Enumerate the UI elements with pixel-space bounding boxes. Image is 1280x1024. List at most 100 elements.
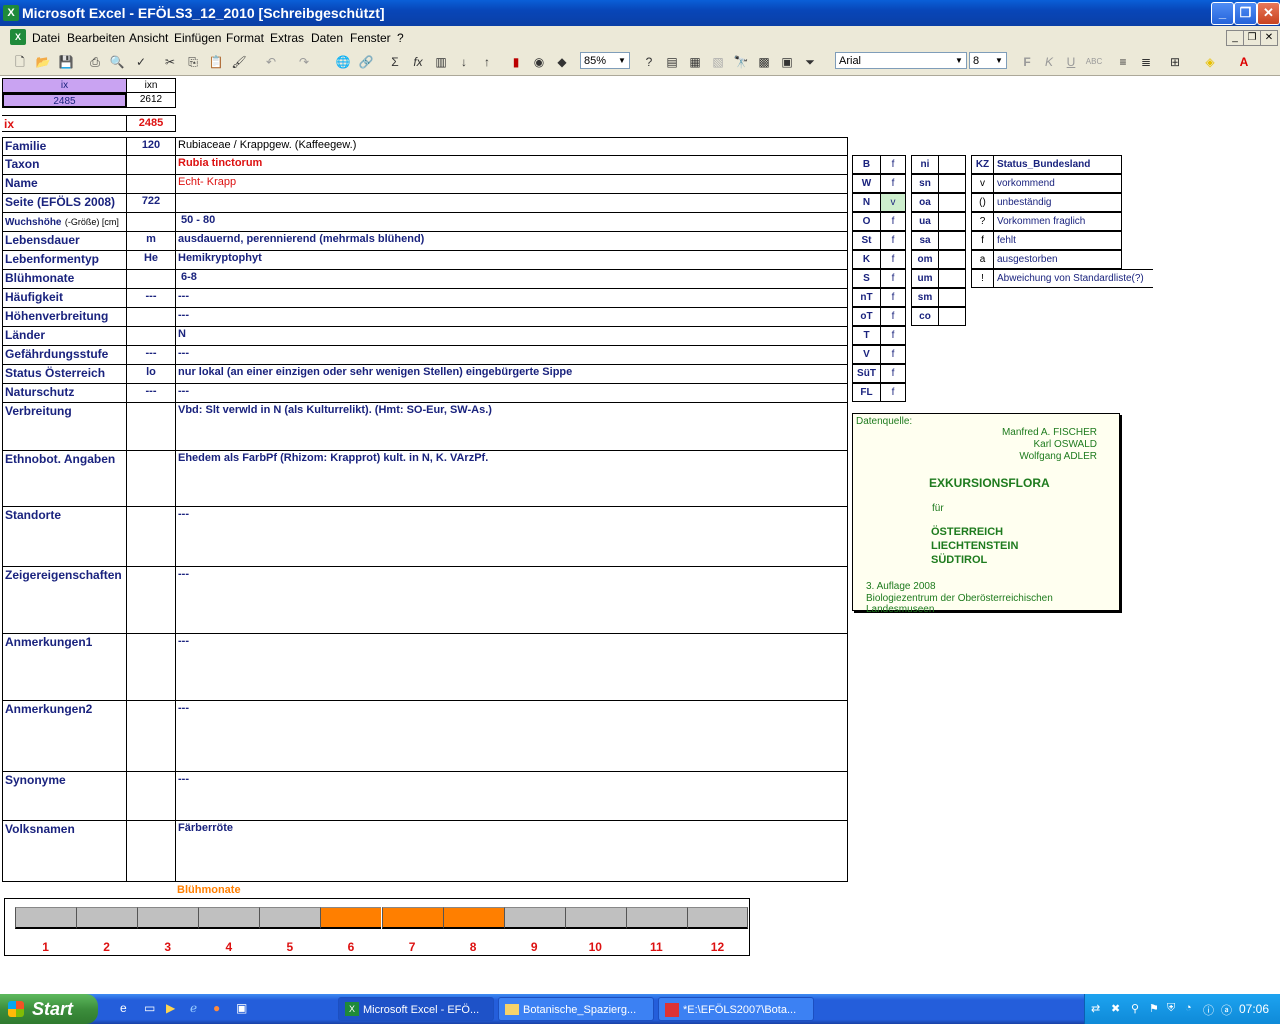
row-value[interactable]: ausdauernd, perennierend (mehrmals blühe… [176,232,848,251]
region-value[interactable] [938,155,966,174]
save-icon[interactable]: 💾 [57,53,75,71]
tray-icon-flag[interactable]: ⚑ [1149,1002,1159,1015]
format-painter-icon[interactable]: 🖌 [230,53,248,71]
row-value[interactable]: nur lokal (an einer einzigen oder sehr w… [176,365,848,384]
menu-ansicht[interactable]: Ansicht [129,31,168,45]
row-value[interactable]: --- [176,346,848,365]
web-icon[interactable]: 🌐 [334,53,352,71]
doc-close-icon[interactable]: ✕ [1260,30,1278,46]
title-bar[interactable]: X Microsoft Excel - EFÖLS3_12_2010 [Schr… [0,0,1280,26]
row-label[interactable]: Häufigkeit [2,289,127,308]
autofilter-icon[interactable]: ⏷ [801,53,819,71]
row-label[interactable]: Volksnamen [2,821,127,882]
state-value[interactable]: f [880,383,906,402]
state-value[interactable]: f [880,231,906,250]
task-explorer[interactable]: Botanische_Spazierg... [498,997,654,1021]
state-code[interactable]: nT [852,288,881,307]
row-code[interactable]: --- [127,346,176,365]
map-icon[interactable]: ◉ [530,53,548,71]
state-code[interactable]: B [852,155,881,174]
state-value[interactable]: f [880,174,906,193]
row-label[interactable]: Taxon [2,156,127,175]
start-button[interactable]: Start [0,994,98,1024]
region-code[interactable]: sa [911,231,939,250]
region-code[interactable]: ua [911,212,939,231]
tray-icon-clock[interactable]: ◔ [1185,1002,1192,1014]
state-value[interactable]: f [880,155,906,174]
shield-icon[interactable]: ⛨ [1167,1002,1175,1015]
toolbar-icon-a[interactable]: ▤ [663,53,681,71]
row-value[interactable]: --- [176,384,848,403]
row-code[interactable]: 120 [127,137,176,156]
row-value[interactable]: Ehedem als FarbPf (Rhizom: Krapprot) kul… [176,451,848,507]
tray-icon-x[interactable]: ✖ [1111,1002,1120,1015]
row-label[interactable]: Blühmonate [2,270,127,289]
ix-header[interactable]: ix [2,78,127,93]
state-code[interactable]: FL [852,383,881,402]
state-code[interactable]: SüT [852,364,881,383]
row-label[interactable]: Ethnobot. Angaben [2,451,127,507]
region-value[interactable] [938,250,966,269]
state-value[interactable]: f [880,250,906,269]
state-value[interactable]: f [880,345,906,364]
row-value[interactable]: --- [176,772,848,821]
open-folder-icon[interactable]: 📂 [34,53,52,71]
autosum-icon[interactable]: Σ [386,53,404,71]
row-label[interactable]: Lebensdauer [2,232,127,251]
doc-restore-icon[interactable]: ❐ [1243,30,1261,46]
state-value[interactable]: f [880,269,906,288]
copy-icon[interactable]: ⎘ [184,53,202,71]
ixn-header[interactable]: ixn [127,78,176,93]
ixn-value-cell[interactable]: 2612 [127,93,176,108]
state-value[interactable]: f [880,212,906,231]
region-value[interactable] [938,269,966,288]
row-code[interactable]: --- [127,289,176,308]
drawing-icon[interactable]: ◆ [553,53,571,71]
row-value[interactable]: Rubiaceae / Krappgew. (Kaffeegew.) [176,137,848,156]
help-icon[interactable]: ? [640,53,658,71]
state-value[interactable]: f [880,307,906,326]
row-value[interactable] [176,194,848,213]
quicklaunch-desktop-icon[interactable]: ▭ [144,1001,160,1017]
state-code[interactable]: W [852,174,881,193]
menu-datei[interactable]: Datei [32,31,60,45]
row-label[interactable]: Standorte [2,507,127,567]
state-value[interactable]: f [880,288,906,307]
chart-wizard-icon[interactable]: ▥ [432,53,450,71]
bar-chart-icon[interactable]: ▮ [507,53,525,71]
info-icon[interactable]: ⓘ [1203,1002,1214,1018]
state-code[interactable]: V [852,345,881,364]
region-code[interactable]: om [911,250,939,269]
row-code[interactable]: lo [127,365,176,384]
state-code[interactable]: O [852,212,881,231]
row-label[interactable]: Anmerkungen1 [2,634,127,701]
row-label[interactable]: Synonyme [2,772,127,821]
ix-value-cell[interactable]: 2485 [2,93,127,108]
row-value[interactable]: Hemikryptophyt [176,251,848,270]
state-value[interactable]: v [880,193,906,212]
row-label[interactable]: Familie [2,137,127,156]
region-code[interactable]: oa [911,193,939,212]
state-code[interactable]: K [852,250,881,269]
quicklaunch-browser-icon[interactable]: ℯ [190,1001,206,1017]
ix-value[interactable]: 2485 [127,115,176,132]
row-code[interactable] [127,701,176,772]
row-code[interactable] [127,507,176,567]
redo-icon[interactable]: ↷ [295,53,313,71]
network-icon[interactable]: ⇄ [1091,1002,1100,1015]
font-color-icon[interactable]: A [1235,53,1253,71]
zoom-select[interactable]: 85% ▼ [580,52,630,69]
quicklaunch-ie-icon[interactable]: e [120,1001,136,1017]
close-button[interactable]: ✕ [1257,2,1280,25]
region-value[interactable] [938,307,966,326]
region-code[interactable]: co [911,307,939,326]
italic-icon[interactable]: K [1040,53,1058,71]
row-label[interactable]: Naturschutz [2,384,127,403]
sort-ascending-icon[interactable]: ↓ [455,53,473,71]
doc-minimize-icon[interactable]: _ [1226,30,1244,46]
row-value[interactable]: N [176,327,848,346]
spelling-icon[interactable]: ✓ [132,53,150,71]
worksheet[interactable]: ix ixn 2485 2612 ix 2485 Familie 120 Rubia… [0,76,1280,990]
region-value[interactable] [938,288,966,307]
row-value[interactable]: Echt- Krapp [176,175,848,194]
